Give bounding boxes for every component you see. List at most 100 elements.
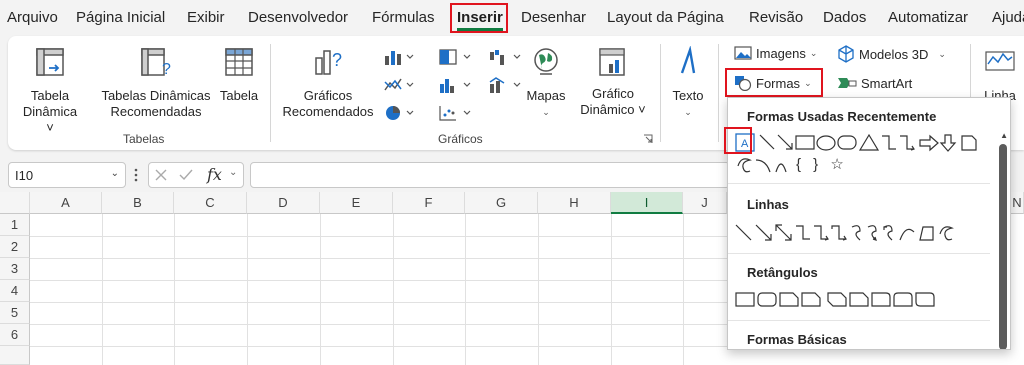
oval-shape-icon[interactable] [816,135,836,151]
select-all-corner[interactable] [0,192,30,214]
tab-arquivo[interactable]: Arquivo [7,9,58,26]
linha-sparkline-button[interactable]: Linha [980,46,1020,104]
tab-layout-pagina[interactable]: Layout da Página [607,9,724,26]
texto-button[interactable]: Texto ⌄ [666,46,710,120]
round-same-side-shape-icon[interactable] [893,292,913,307]
round-single-corner-shape-icon[interactable] [871,292,891,307]
column-header-e[interactable]: E [320,192,393,214]
formula-input[interactable] [250,162,730,188]
line-shape-icon[interactable] [759,134,775,150]
curve-line-shape-icon[interactable] [899,228,915,241]
name-box[interactable]: I10 ⌄ [8,162,126,188]
fx-chevron-icon[interactable]: ⌄ [229,167,237,178]
column-header-f[interactable]: F [393,192,465,214]
right-arrow-shape-icon[interactable] [919,134,939,152]
cancel-icon[interactable] [155,169,167,181]
triangle-shape-icon[interactable] [858,133,880,151]
grafico-dinamico-button[interactable]: Gráfico Dinâmico ˅ [573,46,653,118]
pie-chart-icon[interactable] [383,104,415,122]
row-header-7[interactable] [0,346,30,365]
statistic-chart-icon[interactable] [438,76,472,94]
row-header-3[interactable]: 3 [0,258,30,280]
curved-arrow-connector-shape-icon[interactable] [867,225,877,241]
column-header-g[interactable]: G [465,192,538,214]
line-arrow-shape-icon[interactable] [755,224,772,241]
rounded-rectangle-shape-icon[interactable] [757,292,777,307]
row-header-4[interactable]: 4 [0,280,30,302]
curved-double-arrow-shape-icon[interactable] [883,225,893,241]
tab-revisao[interactable]: Revisão [749,9,803,26]
rectangle-shape-icon[interactable] [735,292,755,307]
braces-star-shapes[interactable]: { } ☆ [796,155,848,173]
snip-corner-shape-icon[interactable] [961,135,977,151]
tabelas-dinamicas-recomendadas-button[interactable]: ? Tabelas Dinâmicas Recomendadas [96,46,216,120]
line-shape-icon[interactable] [735,224,752,241]
column-header-h[interactable]: H [538,192,611,214]
dialog-launcher-icon[interactable] [643,134,653,144]
elbow-arrow-connector-shape-icon[interactable] [900,135,915,151]
row-header-6[interactable]: 6 [0,324,30,346]
tabela-dinamica-button[interactable]: Tabela Dinâmica ˅ [20,46,80,136]
snip-round-shape-icon[interactable] [849,292,869,307]
more-options-icon[interactable] [133,167,139,183]
column-header-b[interactable]: B [102,192,174,214]
line-chart-icon[interactable] [383,76,415,94]
tab-desenhar[interactable]: Desenhar [521,9,586,26]
imagens-button[interactable]: Imagens ⌄ [734,45,817,61]
column-header-n[interactable]: N [1011,192,1024,214]
row-header-1[interactable]: 1 [0,214,30,236]
column-header-a[interactable]: A [30,192,102,214]
tab-desenvolvedor[interactable]: Desenvolvedor [248,9,348,26]
tab-automatizar[interactable]: Automatizar [888,9,968,26]
column-header-j[interactable]: J [683,192,727,214]
round-diagonal-shape-icon[interactable] [915,292,935,307]
tabela-button[interactable]: Tabela [216,46,262,104]
snip-single-corner-shape-icon[interactable] [779,292,799,307]
arrow-line-shape-icon[interactable] [777,134,793,150]
grid-line [30,324,730,325]
tab-exibir[interactable]: Exibir [187,9,225,26]
elbow-arrow-shape-icon[interactable] [814,225,829,241]
column-chart-icon[interactable] [383,48,415,66]
waterfall-chart-icon[interactable] [488,48,522,66]
scribble-shape-icon[interactable] [939,226,954,241]
row-header-2[interactable]: 2 [0,236,30,258]
curved-connector-shape-icon[interactable] [851,225,861,241]
elbow-connector-shape-icon[interactable] [796,225,810,240]
column-header-d[interactable]: D [247,192,320,214]
double-arrow-shape-icon[interactable] [775,224,792,241]
smartart-label: SmartArt [861,75,913,91]
rectangle-shape-icon[interactable] [795,135,815,150]
ribbon-separator [270,44,271,142]
chevron-down-icon[interactable]: ⌄ [111,168,119,179]
combo-chart-icon[interactable] [488,76,522,94]
elbow-connector-shape-icon[interactable] [882,135,896,150]
table-icon [225,48,253,76]
column-header-c[interactable]: C [174,192,247,214]
curve-shape-icon[interactable] [775,163,787,173]
tab-ajuda[interactable]: Ajuda [992,9,1024,26]
arc-shape-icon[interactable] [755,159,771,173]
down-arrow-shape-icon[interactable] [939,134,957,152]
scatter-chart-icon[interactable] [438,104,472,122]
modelos-3d-button[interactable]: Modelos 3D ⌄ [837,45,946,63]
freeform-shape-icon[interactable] [737,158,752,173]
tab-pagina-inicial[interactable]: Página Inicial [76,9,165,26]
snip-diagonal-shape-icon[interactable] [827,292,847,307]
column-header-i[interactable]: I [611,192,683,214]
smartart-button[interactable]: SmartArt [837,75,912,91]
freeform-shape-icon[interactable] [919,226,934,241]
hierarchy-chart-icon[interactable] [438,48,472,66]
mapas-button[interactable]: Mapas ⌄ [521,46,571,120]
snip-same-side-shape-icon[interactable] [801,292,821,307]
elbow-double-arrow-shape-icon[interactable] [831,225,847,241]
scroll-up-icon[interactable]: ▲ [1000,131,1008,140]
graficos-recomendados-button[interactable]: ? Gráficos Recomendados [280,46,376,120]
tab-dados[interactable]: Dados [823,9,866,26]
insert-function-icon[interactable]: fx [207,165,222,184]
row-header-5[interactable]: 5 [0,302,30,324]
dropdown-scrollbar[interactable] [999,144,1007,349]
tab-formulas[interactable]: Fórmulas [372,9,435,26]
rounded-rectangle-shape-icon[interactable] [837,135,857,150]
confirm-check-icon[interactable] [179,169,193,181]
